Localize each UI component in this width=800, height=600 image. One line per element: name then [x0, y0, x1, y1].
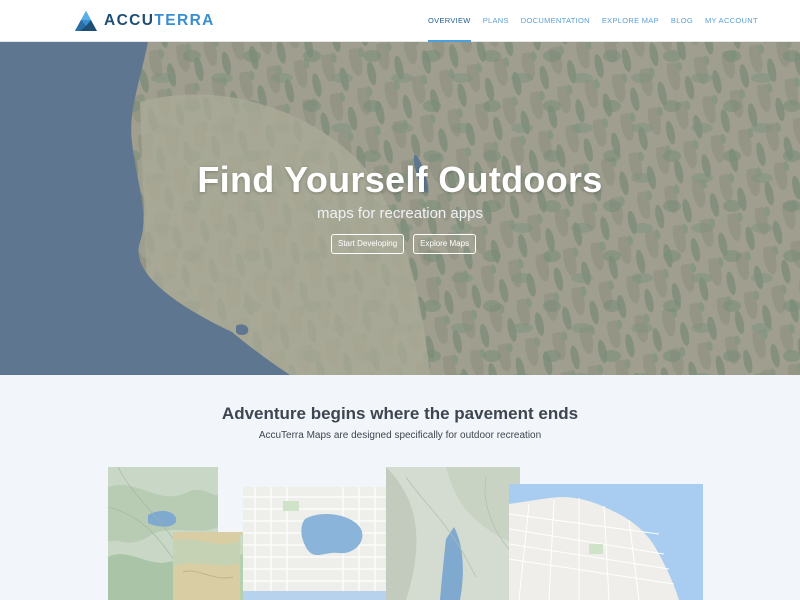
- hero-banner: Find Yourself Outdoors maps for recreati…: [0, 42, 800, 375]
- nav-explore-map[interactable]: EXPLORE MAP: [602, 0, 659, 42]
- map-tile-canyon-terrain: [386, 467, 520, 600]
- mountain-logo-icon: [75, 11, 97, 31]
- section-title: Adventure begins where the pavement ends: [221, 404, 579, 423]
- explore-maps-button[interactable]: Explore Maps: [413, 234, 477, 254]
- section-subtitle: AccuTerra Maps are designed specifically…: [258, 430, 542, 441]
- nav-documentation[interactable]: DOCUMENTATION: [521, 0, 590, 42]
- nav-my-account[interactable]: MY ACCOUNT: [705, 0, 758, 42]
- nav-blog[interactable]: BLOG: [671, 0, 693, 42]
- brand-logo[interactable]: ACCUTERRA: [74, 10, 215, 32]
- start-developing-button[interactable]: Start Developing: [331, 234, 405, 254]
- map-tile-city-streets: [509, 484, 703, 600]
- adventure-section: Adventure begins where the pavement ends…: [0, 375, 800, 600]
- nav-plans[interactable]: PLANS: [483, 0, 509, 42]
- top-navbar: ACCUTERRA OVERVIEW PLANS DOCUMENTATION E…: [0, 0, 800, 42]
- main-menu: OVERVIEW PLANS DOCUMENTATION EXPLORE MAP…: [428, 0, 770, 42]
- hero-subtitle: maps for recreation apps: [317, 205, 483, 222]
- map-tile-terrain: [173, 532, 243, 600]
- map-tile-street-lake: [243, 487, 386, 600]
- hero-button-group: Start Developing Explore Maps: [331, 234, 477, 254]
- nav-overview[interactable]: OVERVIEW: [428, 0, 471, 42]
- hero-title: Find Yourself Outdoors: [197, 159, 603, 200]
- brand-name: ACCUTERRA: [104, 12, 215, 29]
